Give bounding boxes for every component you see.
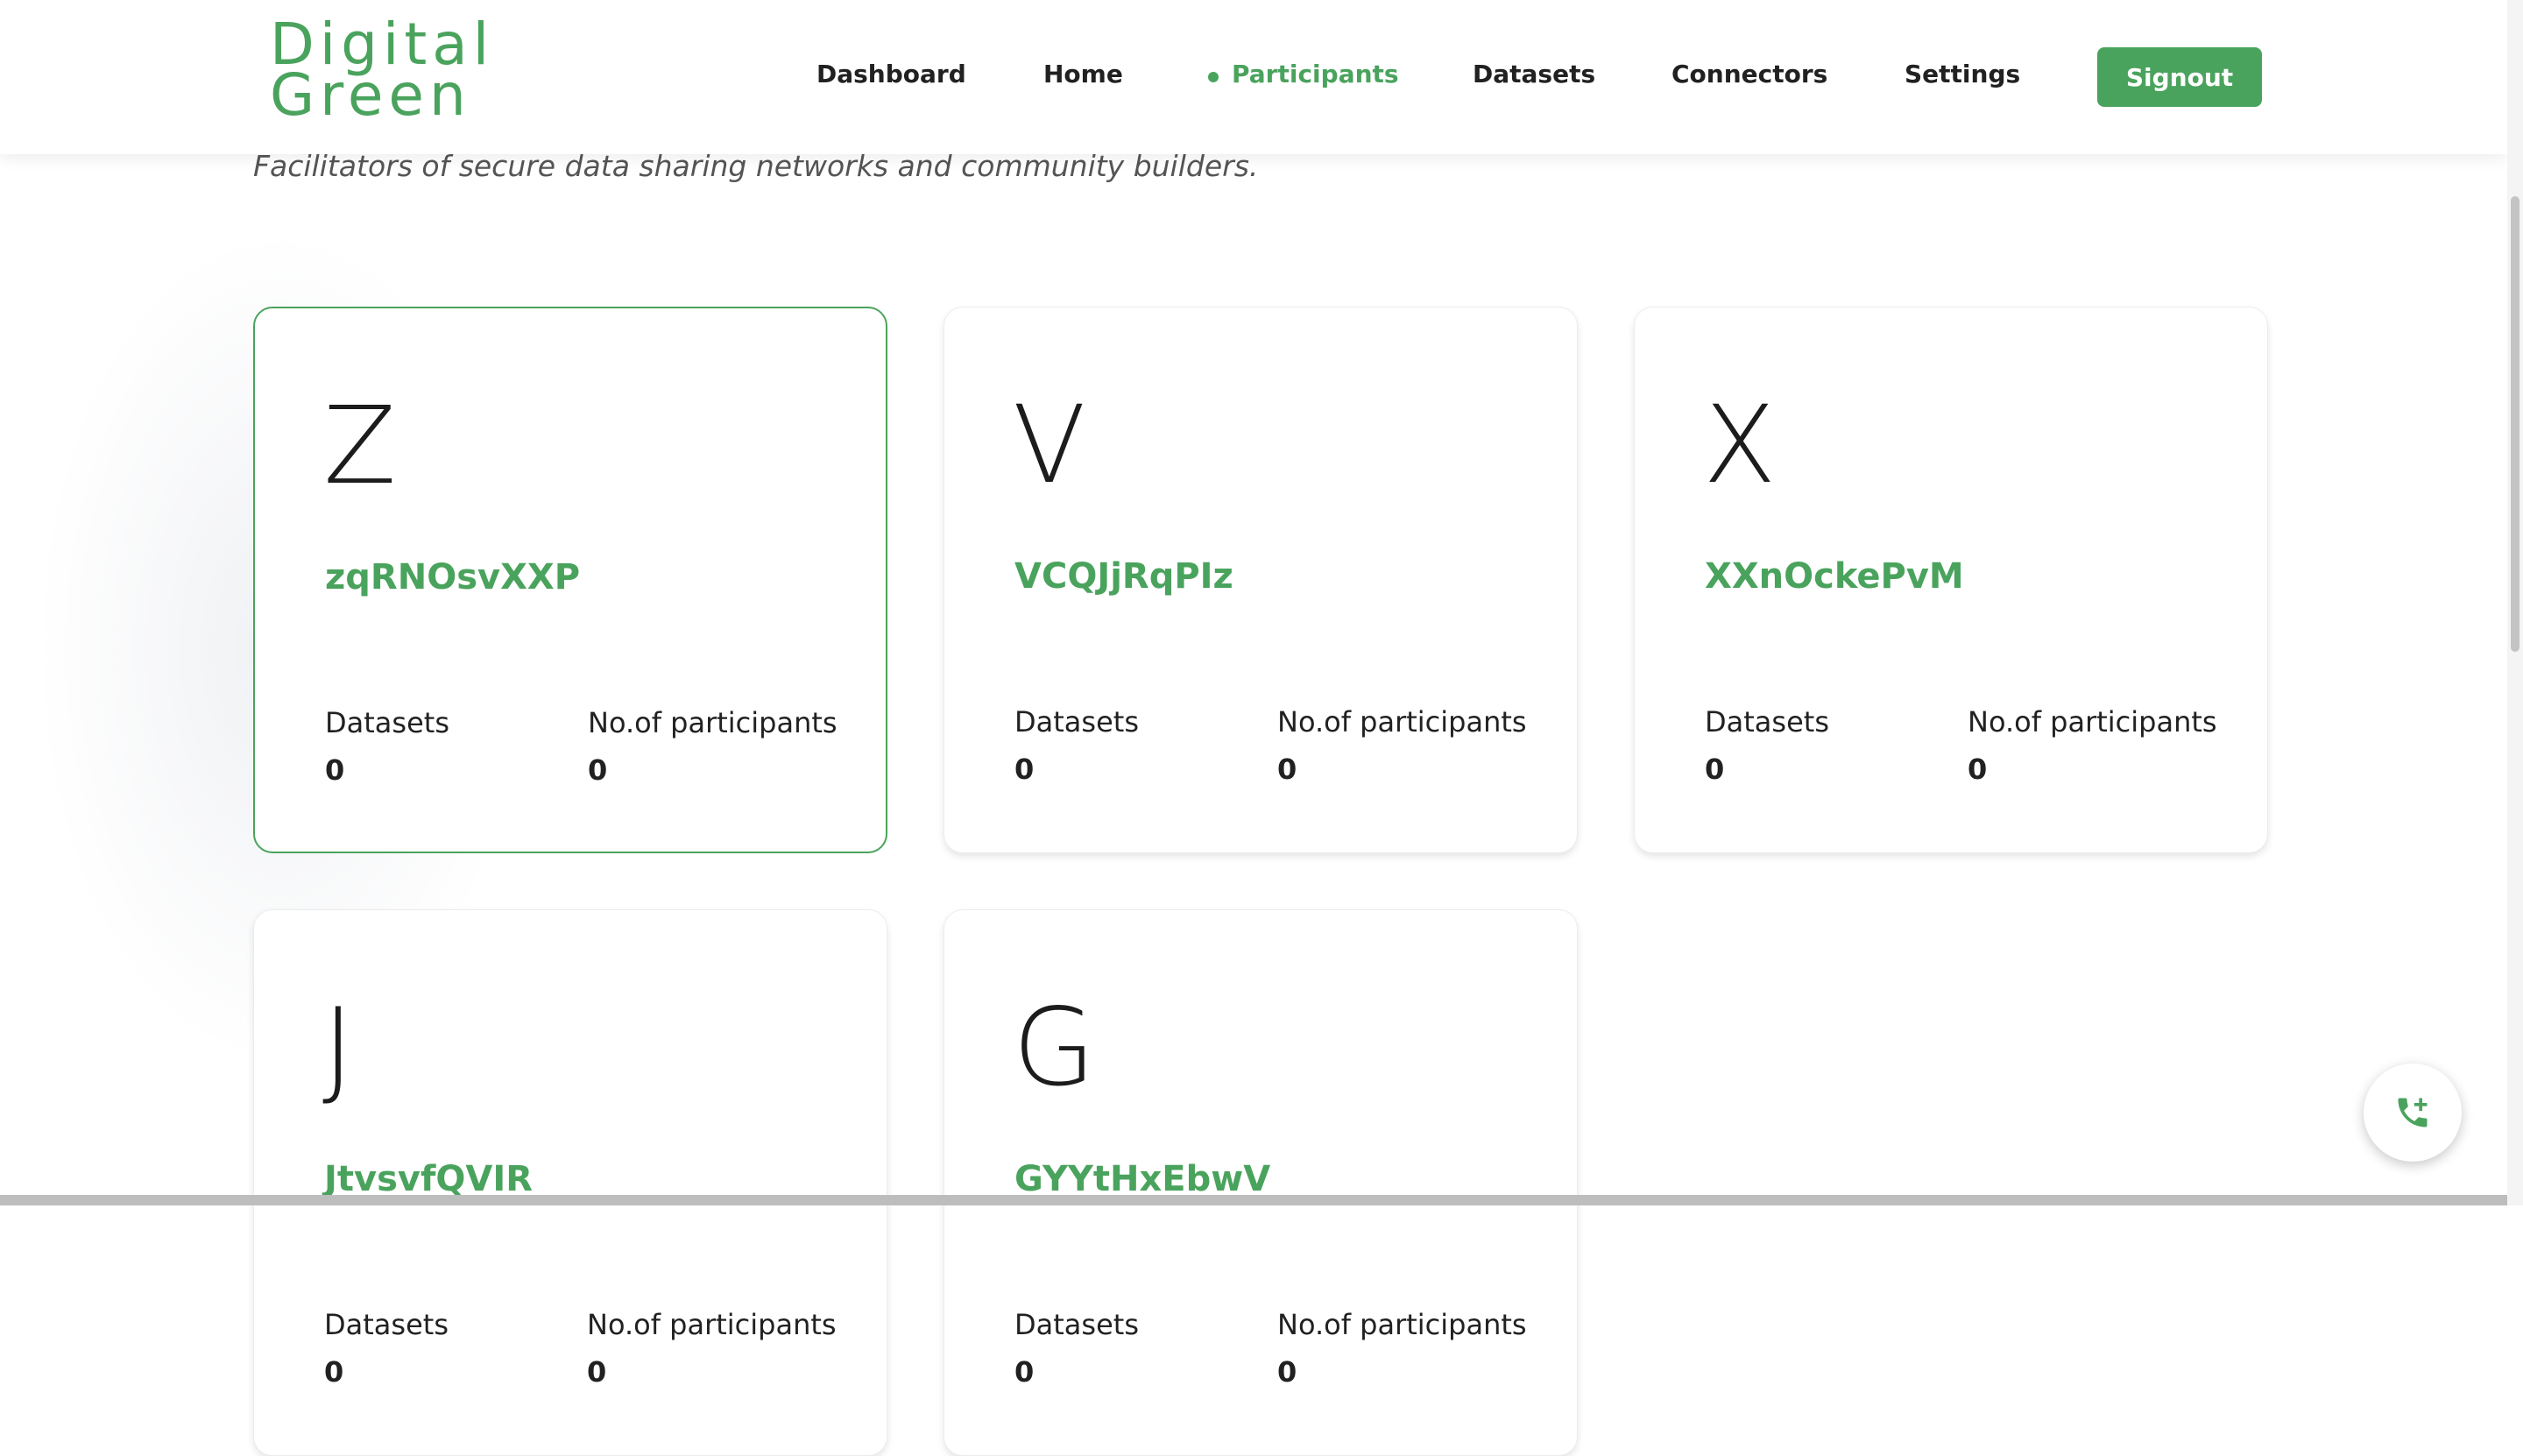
participant-name[interactable]: VCQJjRqPIz: [1014, 556, 1233, 597]
participant-name[interactable]: XXnOckePvM: [1705, 556, 1964, 597]
nav-datasets[interactable]: Datasets: [1473, 60, 1595, 88]
participant-name[interactable]: JtvsvfQVIR: [324, 1159, 533, 1199]
nav-home[interactable]: Home: [1043, 60, 1123, 88]
participant-initial: V: [1013, 383, 1086, 507]
top-header: Digital Green Dashboard Home Participant…: [0, 0, 2507, 154]
participant-initial: Z: [323, 384, 397, 508]
vertical-scrollbar-thumb[interactable]: [2511, 196, 2519, 652]
participant-card[interactable]: G GYYtHxEbwV Datasets No.of participants…: [943, 909, 1578, 1456]
participant-initial: X: [1703, 383, 1777, 507]
participants-count-label: No.of participants: [588, 706, 837, 739]
participant-card[interactable]: Z zqRNOsvXXP Datasets No.of participants…: [253, 307, 887, 853]
horizontal-scrollbar[interactable]: [0, 1195, 2507, 1205]
nav-connectors[interactable]: Connectors: [1671, 60, 1827, 88]
datasets-label: Datasets: [324, 1308, 449, 1341]
participant-name[interactable]: zqRNOsvXXP: [325, 557, 580, 597]
datasets-count: 0: [1705, 753, 1725, 786]
datasets-label: Datasets: [1705, 705, 1829, 739]
datasets-label: Datasets: [325, 706, 449, 739]
participants-count-label: No.of participants: [1277, 705, 1527, 739]
participants-count: 0: [1277, 753, 1297, 786]
participant-card[interactable]: V VCQJjRqPIz Datasets No.of participants…: [943, 307, 1578, 853]
participant-initial: J: [322, 986, 354, 1110]
participants-count-label: No.of participants: [587, 1308, 837, 1341]
active-nav-indicator-icon: [1208, 72, 1219, 82]
signout-button[interactable]: Signout: [2097, 47, 2262, 107]
datasets-label: Datasets: [1014, 1308, 1139, 1341]
nav-dashboard[interactable]: Dashboard: [816, 60, 966, 88]
vertical-scrollbar[interactable]: [2507, 0, 2523, 1205]
participant-card[interactable]: J JtvsvfQVIR Datasets No.of participants…: [253, 909, 887, 1456]
participant-card[interactable]: X XXnOckePvM Datasets No.of participants…: [1634, 307, 2268, 853]
participants-count-label: No.of participants: [1968, 705, 2217, 739]
nav-participants[interactable]: Participants: [1232, 60, 1399, 88]
phone-add-icon: [2398, 1098, 2428, 1127]
participant-initial: G: [1013, 986, 1096, 1110]
datasets-count: 0: [1014, 753, 1035, 786]
participant-name[interactable]: GYYtHxEbwV: [1014, 1159, 1270, 1199]
datasets-count: 0: [1014, 1355, 1035, 1389]
participants-count: 0: [1968, 753, 1988, 786]
participants-count-label: No.of participants: [1277, 1308, 1527, 1341]
datasets-label: Datasets: [1014, 705, 1139, 739]
nav-settings[interactable]: Settings: [1905, 60, 2020, 88]
call-support-button[interactable]: [2364, 1064, 2462, 1162]
participants-count: 0: [588, 753, 608, 787]
participants-count: 0: [587, 1355, 607, 1389]
datasets-count: 0: [324, 1355, 344, 1389]
datasets-count: 0: [325, 753, 345, 787]
participants-count: 0: [1277, 1355, 1297, 1389]
